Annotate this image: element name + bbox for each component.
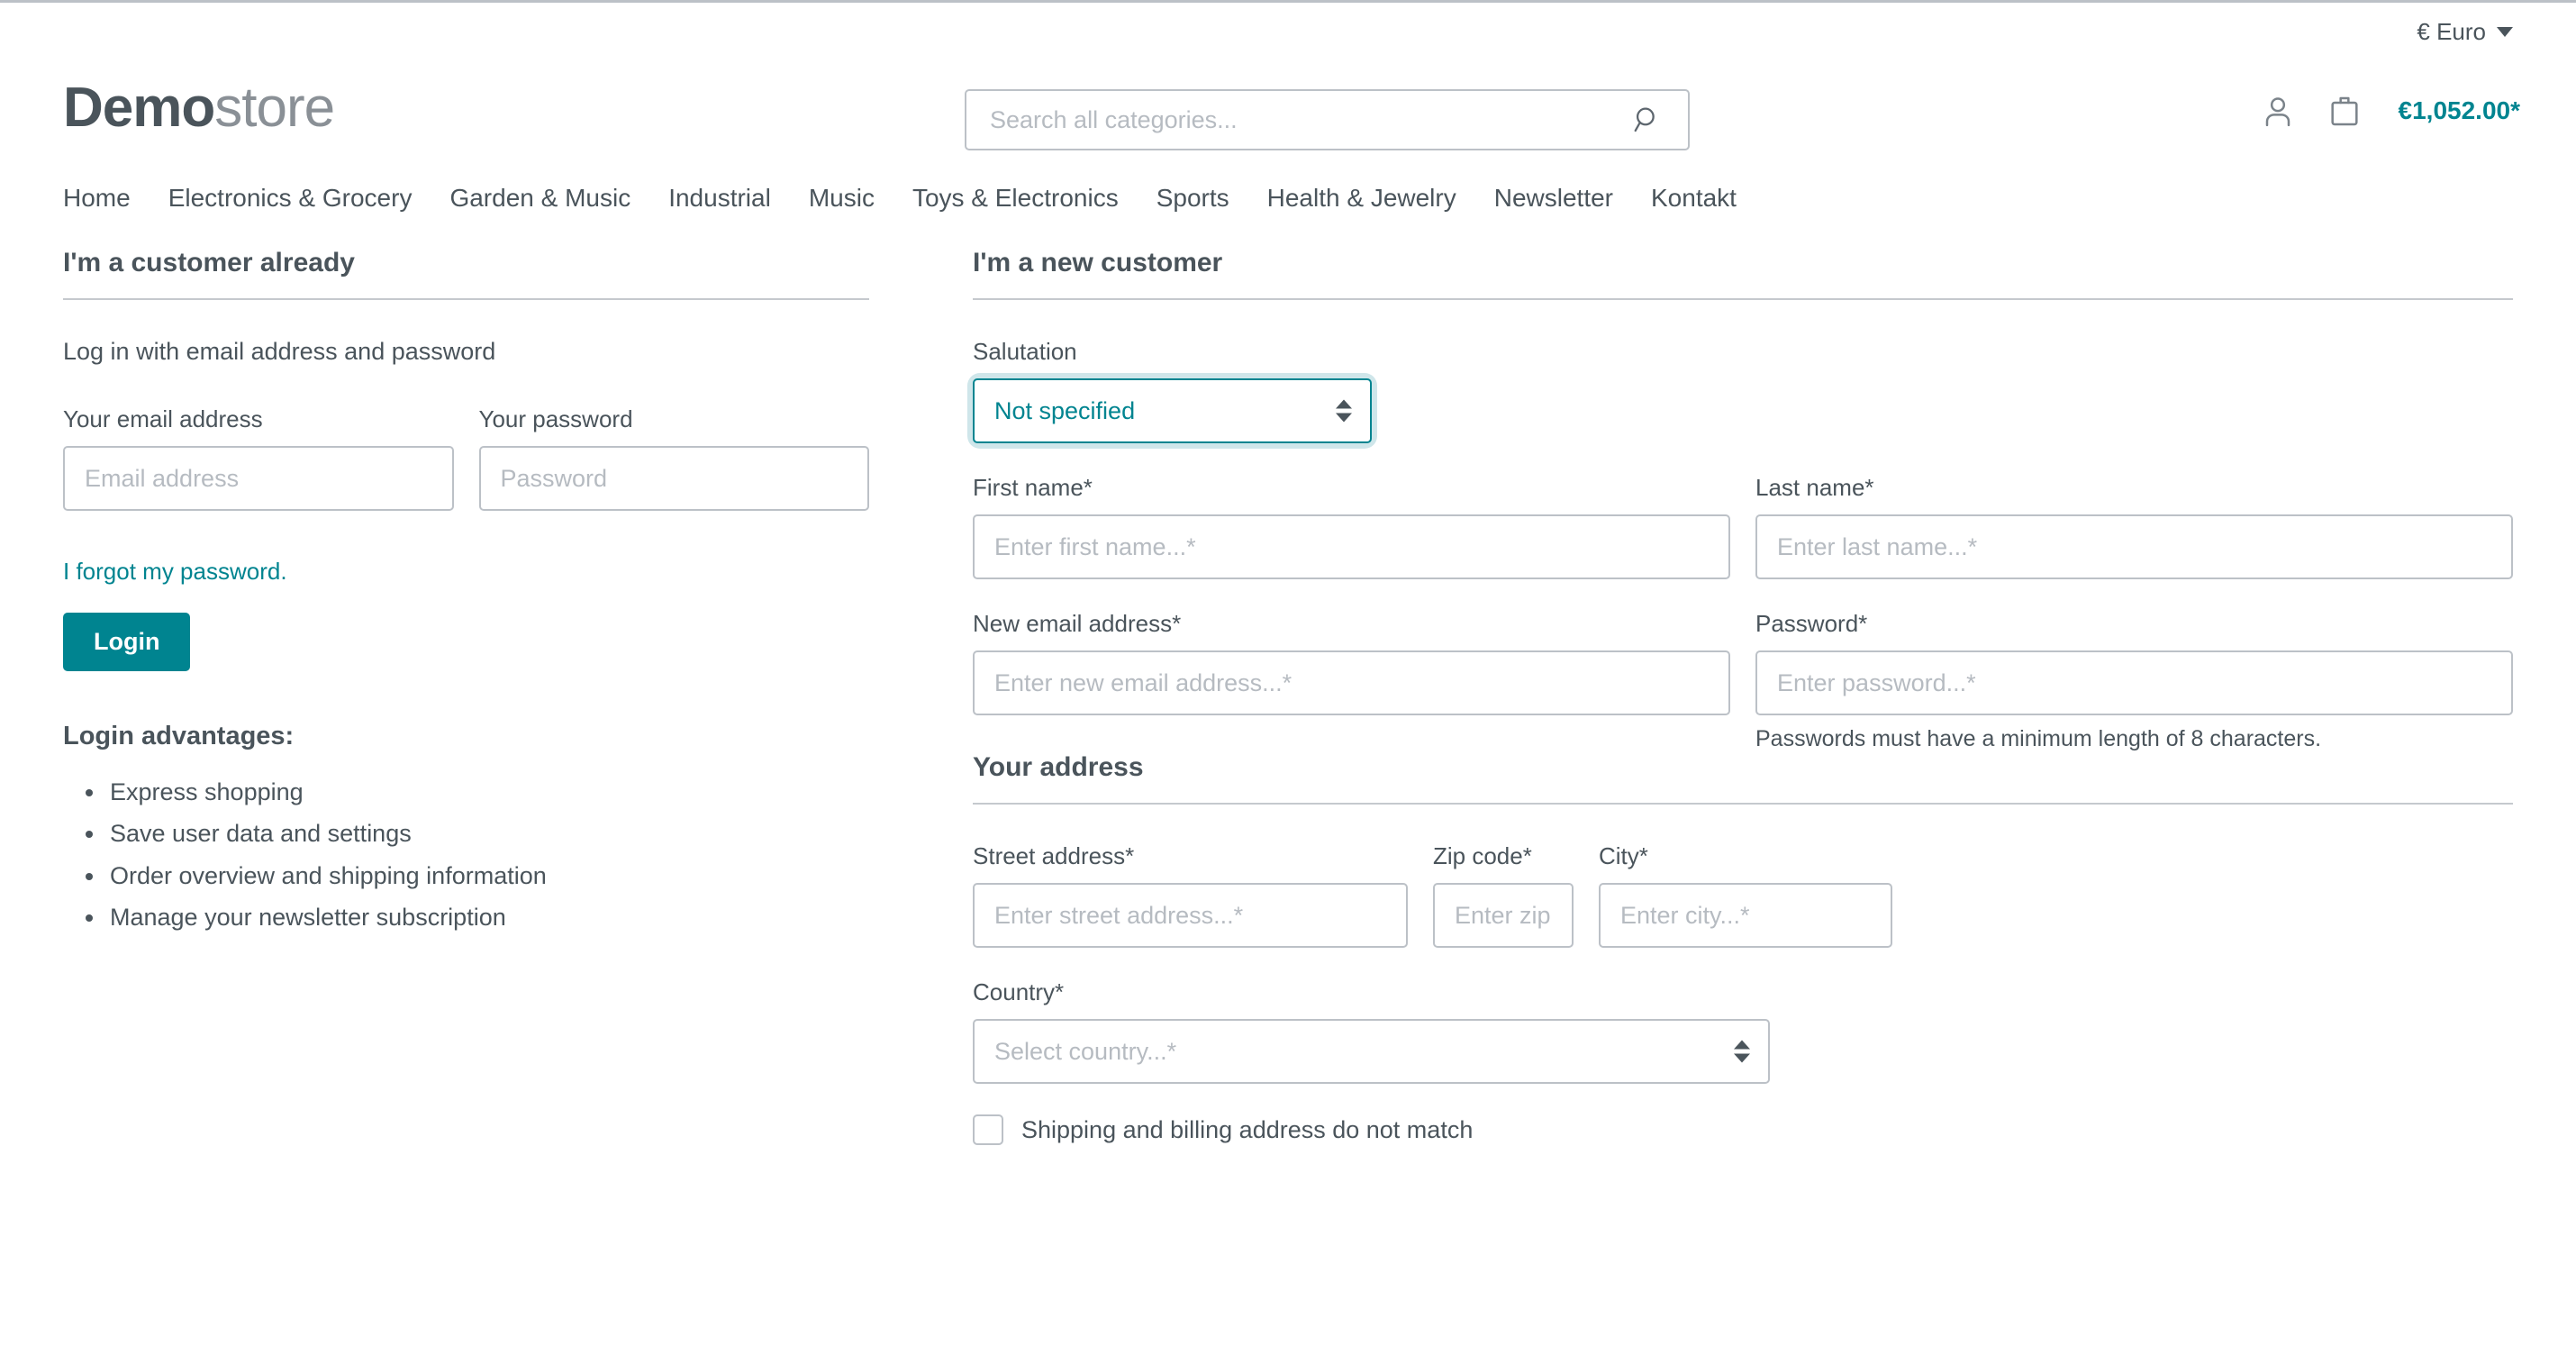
main-navigation: Home Electronics & Grocery Garden & Musi… (0, 161, 2576, 235)
login-lead-text: Log in with email address and password (63, 338, 496, 365)
last-name-label: Last name* (1755, 474, 1874, 501)
different-shipping-checkbox[interactable] (973, 1114, 1003, 1145)
new-email-label: New email address* (973, 610, 1182, 637)
account-button[interactable] (2260, 93, 2296, 129)
register-password-label: Password* (1755, 610, 1868, 637)
nav-item-home[interactable]: Home (63, 184, 168, 213)
nav-item-sports[interactable]: Sports (1156, 184, 1267, 213)
login-password-label: Your password (478, 405, 633, 432)
last-name-field-group: Last name* (1755, 474, 2513, 579)
nav-item-music[interactable]: Music (809, 184, 912, 213)
first-name-field-group: First name* (973, 474, 1730, 579)
credentials-fields-row: New email address* Password* Passwords m… (973, 610, 2513, 752)
site-logo[interactable]: Demostore (63, 77, 335, 139)
shopping-bag-icon (2330, 96, 2358, 126)
search-container (965, 89, 1690, 150)
login-column: I'm a customer already Log in with email… (63, 248, 869, 1145)
nav-item-newsletter[interactable]: Newsletter (1494, 184, 1651, 213)
login-password-field-group: Your password (478, 405, 869, 511)
cart-button[interactable] (2327, 93, 2363, 129)
country-field-group: Country* Select country...* (973, 978, 2513, 1084)
top-utility-bar: € Euro (0, 3, 2576, 60)
different-shipping-label: Shipping and billing address do not matc… (1021, 1115, 1474, 1143)
city-field-group: City* (1599, 842, 1892, 948)
list-item: Save user data and settings (106, 813, 869, 854)
country-select[interactable]: Select country...* (973, 1019, 1770, 1084)
first-name-input[interactable] (973, 514, 1730, 579)
last-name-input[interactable] (1755, 514, 2513, 579)
logo-bold-part: Demo (63, 77, 215, 139)
login-button-row: Login (63, 613, 869, 671)
login-button[interactable]: Login (63, 613, 191, 671)
currency-label: € Euro (2417, 17, 2486, 45)
nav-item-toys-electronics[interactable]: Toys & Electronics (912, 184, 1156, 213)
search-input[interactable] (988, 105, 1628, 135)
cart-total-amount[interactable]: €1,052.00* (2399, 96, 2520, 125)
address-heading-divider (973, 803, 2513, 805)
register-column: I'm a new customer Salutation Not specif… (973, 248, 2513, 1145)
forgot-password-link[interactable]: I forgot my password. (63, 558, 287, 586)
login-email-input[interactable] (63, 446, 454, 511)
name-fields-row: First name* Last name* (973, 474, 2513, 579)
search-submit-button[interactable] (1628, 105, 1666, 135)
register-heading: I'm a new customer (973, 248, 1223, 277)
salutation-select[interactable]: Not specified (973, 378, 1372, 443)
login-heading-divider (63, 298, 869, 300)
different-shipping-row[interactable]: Shipping and billing address do not matc… (973, 1114, 2513, 1145)
search-box (965, 89, 1690, 150)
nav-item-kontakt[interactable]: Kontakt (1651, 184, 1774, 213)
street-input[interactable] (973, 883, 1408, 948)
chevron-down-icon (2497, 26, 2513, 37)
login-email-field-group: Your email address (63, 405, 454, 511)
password-help-text: Passwords must have a minimum length of … (1755, 726, 2322, 751)
main-content: I'm a customer already Log in with email… (0, 248, 2576, 1145)
new-email-field-group: New email address* (973, 610, 1730, 752)
login-advantages-list: Express shopping Save user data and sett… (63, 771, 869, 939)
register-heading-divider (973, 298, 2513, 300)
login-fields-row: Your email address Your password (63, 405, 869, 511)
first-name-label: First name* (973, 474, 1093, 501)
salutation-select-wrap: Not specified (973, 378, 1372, 443)
site-header: Demostore Search all categories... €1,05… (0, 60, 2576, 161)
login-advantages-title: Login advantages: (63, 722, 295, 750)
nav-item-industrial[interactable]: Industrial (668, 184, 809, 213)
city-label: City* (1599, 842, 1648, 869)
zip-field-group: Zip code* (1433, 842, 1574, 948)
country-select-wrap: Select country...* (973, 1019, 1770, 1084)
page-root: € Euro Demostore Search all categories..… (0, 0, 2576, 1346)
address-heading: Your address (973, 752, 1144, 782)
street-label: Street address* (973, 842, 1135, 869)
salutation-label: Salutation (973, 338, 1077, 365)
currency-switcher[interactable]: € Euro (2417, 18, 2513, 46)
logo-light-part: store (214, 77, 335, 139)
zip-input[interactable] (1433, 883, 1574, 948)
register-password-field-group: Password* Passwords must have a minimum … (1755, 610, 2513, 752)
list-item: Express shopping (106, 771, 869, 813)
city-input[interactable] (1599, 883, 1892, 948)
new-email-input[interactable] (973, 650, 1730, 715)
search-icon (1634, 107, 1655, 132)
login-heading: I'm a customer already (63, 248, 355, 277)
zip-label: Zip code* (1433, 842, 1532, 869)
salutation-field-group: Salutation Not specified (973, 338, 2513, 443)
nav-item-electronics-grocery[interactable]: Electronics & Grocery (168, 184, 450, 213)
nav-item-health-jewelry[interactable]: Health & Jewelry (1267, 184, 1494, 213)
list-item: Manage your newsletter subscription (106, 896, 869, 938)
list-item: Order overview and shipping information (106, 855, 869, 896)
login-password-input[interactable] (478, 446, 869, 511)
user-icon (2265, 97, 2290, 127)
address-fields-row: Street address* Zip code* City* (973, 842, 2513, 948)
login-email-label: Your email address (63, 405, 263, 432)
country-label: Country* (973, 978, 1065, 1005)
register-password-input[interactable] (1755, 650, 2513, 715)
header-actions: €1,052.00* (2260, 93, 2520, 129)
nav-item-garden-music[interactable]: Garden & Music (449, 184, 668, 213)
street-field-group: Street address* (973, 842, 1408, 948)
